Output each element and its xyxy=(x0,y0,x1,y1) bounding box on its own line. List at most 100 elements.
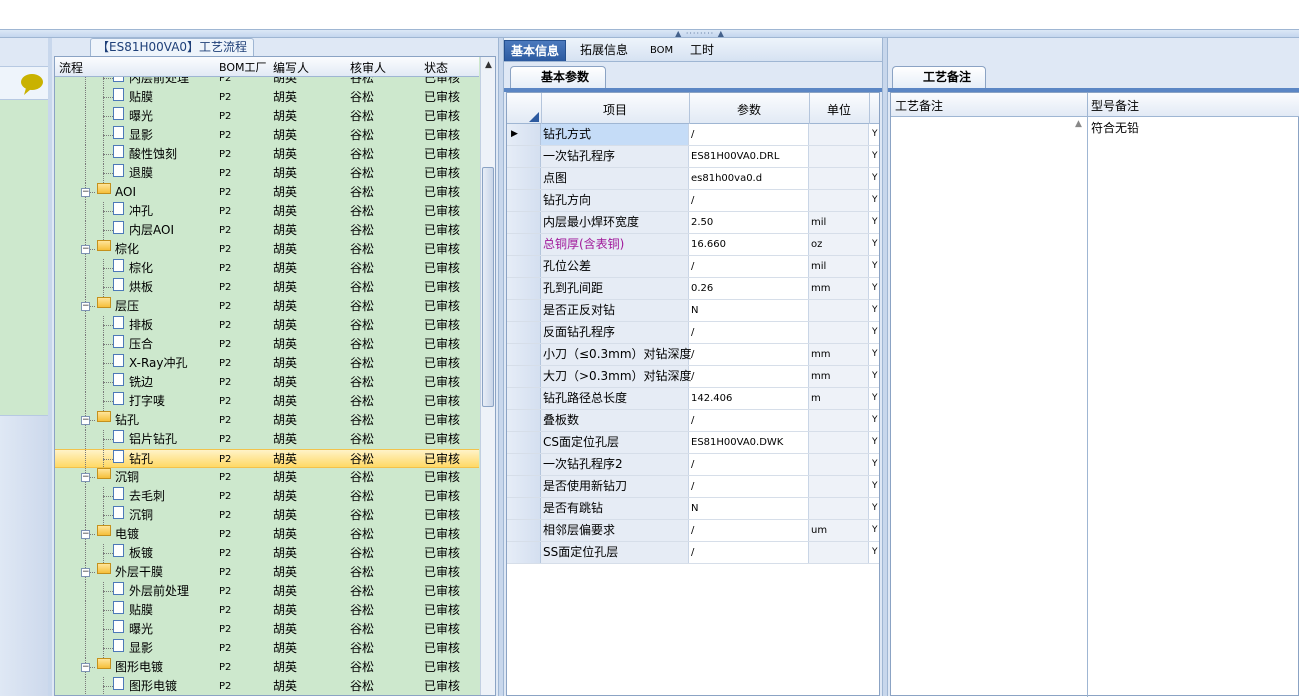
param-row[interactable]: 一次钻孔程序 ES81H00VA0.DRL Y xyxy=(507,146,879,168)
param-value-cell[interactable]: 16.660 xyxy=(689,234,809,255)
row-header[interactable] xyxy=(507,388,541,409)
header-flow[interactable]: 流程 xyxy=(59,59,83,76)
param-value-cell[interactable]: ES81H00VA0.DRL xyxy=(689,146,809,167)
collapse-toggle-icon[interactable]: − xyxy=(81,568,90,577)
param-row[interactable]: 总铜厚(含表铜) 16.660 oz Y xyxy=(507,234,879,256)
collapse-toggle-icon[interactable]: − xyxy=(81,663,90,672)
param-value-cell[interactable]: N xyxy=(689,300,809,321)
header-bom[interactable]: BOM工厂 xyxy=(219,59,267,75)
tree-row[interactable]: 外层前处理 P2 胡英 谷松 已审核 xyxy=(55,582,479,601)
tree-row[interactable]: 退膜 P2 胡英 谷松 已审核 xyxy=(55,164,479,183)
row-header[interactable] xyxy=(507,498,541,519)
param-unit-cell[interactable] xyxy=(809,146,869,167)
tree-group-row[interactable]: − AOI P2 胡英 谷松 已审核 xyxy=(55,183,479,202)
notes-scroll-up-icon[interactable]: ▲ xyxy=(1075,119,1082,129)
top-splitter[interactable] xyxy=(0,30,1299,38)
tree-row[interactable]: 冲孔 P2 胡英 谷松 已审核 xyxy=(55,202,479,221)
tree-group-row[interactable]: − 外层干膜 P2 胡英 谷松 已审核 xyxy=(55,563,479,582)
tree-row[interactable]: 沉铜 P2 胡英 谷松 已审核 xyxy=(55,506,479,525)
param-row[interactable]: SS面定位孔层 / Y xyxy=(507,542,879,564)
chat-button[interactable] xyxy=(0,66,48,100)
param-unit-cell[interactable] xyxy=(809,124,869,145)
tree-row[interactable]: 曝光 P2 胡英 谷松 已审核 xyxy=(55,620,479,639)
tree-row[interactable]: 酸性蚀刻 P2 胡英 谷松 已审核 xyxy=(55,145,479,164)
tree-row[interactable]: 打字唛 P2 胡英 谷松 已审核 xyxy=(55,392,479,411)
param-row[interactable]: 叠板数 / Y xyxy=(507,410,879,432)
tree-row[interactable]: 钻孔 P2 胡英 谷松 已审核 xyxy=(55,449,479,469)
tree-row[interactable]: 贴膜 P2 胡英 谷松 已审核 xyxy=(55,601,479,620)
tree-row[interactable]: 烘板 P2 胡英 谷松 已审核 xyxy=(55,278,479,297)
param-row[interactable]: CS面定位孔层 ES81H00VA0.DWK Y xyxy=(507,432,879,454)
param-unit-cell[interactable]: mm xyxy=(809,344,869,365)
collapse-toggle-icon[interactable]: − xyxy=(81,302,90,311)
scroll-thumb[interactable] xyxy=(482,167,494,407)
tab-process-notes[interactable]: 工艺备注 xyxy=(892,66,986,88)
collapse-toggle-icon[interactable]: − xyxy=(81,530,90,539)
param-row[interactable]: 相邻层偏要求 / um Y xyxy=(507,520,879,542)
row-header[interactable] xyxy=(507,542,541,563)
row-header[interactable] xyxy=(507,256,541,277)
param-unit-cell[interactable] xyxy=(809,476,869,497)
param-row[interactable]: 钻孔路径总长度 142.406 m Y xyxy=(507,388,879,410)
param-unit-cell[interactable] xyxy=(809,454,869,475)
row-header[interactable] xyxy=(507,454,541,475)
collapse-toggle-icon[interactable]: − xyxy=(81,416,90,425)
param-value-cell[interactable]: / xyxy=(689,344,809,365)
param-value-cell[interactable]: / xyxy=(689,322,809,343)
param-row[interactable]: 反面钻孔程序 / Y xyxy=(507,322,879,344)
param-unit-cell[interactable]: m xyxy=(809,388,869,409)
row-header[interactable] xyxy=(507,476,541,497)
header-param[interactable]: 参数 xyxy=(689,101,809,118)
param-value-cell[interactable]: / xyxy=(689,190,809,211)
collapse-toggle-icon[interactable]: − xyxy=(81,188,90,197)
tree-row[interactable]: 板镀 P2 胡英 谷松 已审核 xyxy=(55,544,479,563)
header-unit[interactable]: 单位 xyxy=(809,101,869,118)
tree-row[interactable]: 去毛刺 P2 胡英 谷松 已审核 xyxy=(55,487,479,506)
param-unit-cell[interactable] xyxy=(809,432,869,453)
header-reviewer[interactable]: 核审人 xyxy=(350,59,386,76)
param-row[interactable]: 是否使用新钻刀 / Y xyxy=(507,476,879,498)
tree-group-row[interactable]: − 层压 P2 胡英 谷松 已审核 xyxy=(55,297,479,316)
param-unit-cell[interactable] xyxy=(809,168,869,189)
row-header[interactable] xyxy=(507,366,541,387)
tree-row[interactable]: 铣边 P2 胡英 谷松 已审核 xyxy=(55,373,479,392)
tab-extended-info[interactable]: 拓展信息 xyxy=(574,40,634,61)
header-process-notes[interactable]: 工艺备注 xyxy=(895,97,943,114)
param-unit-cell[interactable] xyxy=(809,498,869,519)
tree-row[interactable]: 内层AOI P2 胡英 谷松 已审核 xyxy=(55,221,479,240)
row-header[interactable] xyxy=(507,190,541,211)
row-header[interactable] xyxy=(507,344,541,365)
param-row[interactable]: 点图 es81h00va0.d Y xyxy=(507,168,879,190)
param-unit-cell[interactable]: mm xyxy=(809,278,869,299)
collapse-toggle-icon[interactable]: − xyxy=(81,473,90,482)
tab-bom[interactable]: BOM xyxy=(644,40,679,61)
row-header[interactable] xyxy=(507,212,541,233)
param-unit-cell[interactable]: mm xyxy=(809,366,869,387)
tree-scrollbar[interactable]: ▲ xyxy=(480,57,495,695)
param-value-cell[interactable]: / xyxy=(689,410,809,431)
param-value-cell[interactable]: 142.406 xyxy=(689,388,809,409)
collapse-toggle-icon[interactable]: − xyxy=(81,245,90,254)
row-header[interactable] xyxy=(507,278,541,299)
row-header[interactable] xyxy=(507,146,541,167)
param-value-cell[interactable]: N xyxy=(689,498,809,519)
row-header[interactable] xyxy=(507,234,541,255)
tree-group-row[interactable]: − 钻孔 P2 胡英 谷松 已审核 xyxy=(55,411,479,430)
param-row[interactable]: 孔位公差 / mil Y xyxy=(507,256,879,278)
param-row[interactable]: 大刀（>0.3mm）对钻深度 / mm Y xyxy=(507,366,879,388)
param-row[interactable]: 孔到孔间距 0.26 mm Y xyxy=(507,278,879,300)
tree-group-row[interactable]: − 沉铜 P2 胡英 谷松 已审核 xyxy=(55,468,479,487)
row-header[interactable] xyxy=(507,520,541,541)
param-row[interactable]: 小刀（≤0.3mm）对钻深度 / mm Y xyxy=(507,344,879,366)
tab-basic-params[interactable]: 基本参数 xyxy=(510,66,606,88)
param-unit-cell[interactable] xyxy=(809,300,869,321)
tree-row[interactable]: 显影 P2 胡英 谷松 已审核 xyxy=(55,639,479,658)
param-unit-cell[interactable] xyxy=(809,542,869,563)
row-header[interactable] xyxy=(507,432,541,453)
param-value-cell[interactable]: / xyxy=(689,542,809,563)
tab-work-hours[interactable]: 工时 xyxy=(684,40,720,61)
header-status[interactable]: 状态 xyxy=(424,59,448,76)
tree-group-row[interactable]: − 图形电镀 P2 胡英 谷松 已审核 xyxy=(55,658,479,677)
tree-row[interactable]: X-Ray冲孔 P2 胡英 谷松 已审核 xyxy=(55,354,479,373)
tree-row[interactable]: 贴膜 P2 胡英 谷松 已审核 xyxy=(55,88,479,107)
